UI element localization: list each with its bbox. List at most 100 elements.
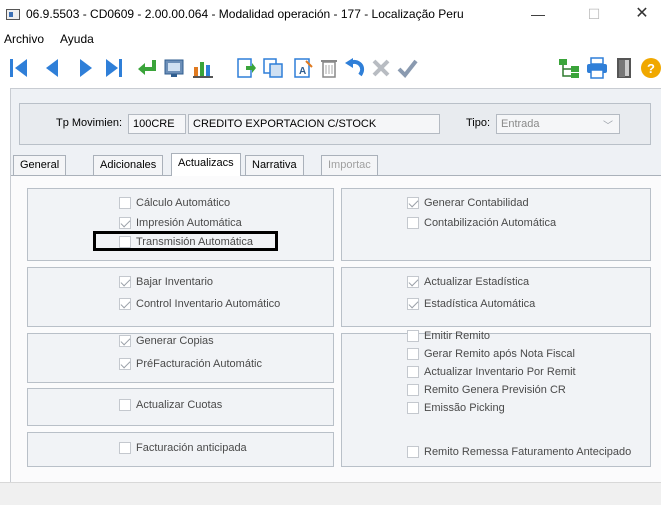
previous-record-icon[interactable] (42, 57, 64, 79)
checkbox-box (407, 330, 419, 342)
svg-text:A: A (299, 66, 306, 77)
tp-movimien-label: Tp Movimien: (56, 117, 123, 129)
checkbox-box (119, 197, 131, 209)
menu-bar: Archivo Ayuda (0, 28, 661, 50)
tp-code-field[interactable]: 100CRE (128, 114, 186, 134)
checkbox-box (407, 446, 419, 458)
checkbox-label: Generar Copias (136, 335, 214, 347)
checkbox-label: Actualizar Cuotas (136, 399, 223, 411)
toolbar: A ? (0, 50, 661, 88)
tab-general[interactable]: General (13, 155, 67, 175)
checkbox-label: Bajar Inventario (136, 276, 214, 288)
checkbox-box (407, 348, 419, 360)
menu-ayuda[interactable]: Ayuda (60, 32, 94, 46)
remito-prevision-checkbox[interactable]: Remito Genera Previsión CR (407, 384, 566, 396)
status-bar (0, 482, 661, 505)
confirm-icon[interactable] (396, 57, 418, 79)
checkbox-box (119, 399, 131, 411)
checkbox-box (407, 197, 419, 209)
title-bar: 06.9.5503 - CD0609 - 2.00.00.064 - Modal… (0, 0, 661, 28)
tp-description-field: CREDITO EXPORTACION C/STOCK (188, 114, 440, 134)
prefacturacion-checkbox[interactable]: PréFacturación Automátic (119, 358, 262, 370)
screen-icon[interactable] (163, 57, 185, 79)
contabilizacion-automatica-checkbox[interactable]: Contabilización Automática (407, 217, 556, 229)
checkbox-label: Gerar Remito após Nota Fiscal (424, 348, 575, 360)
checkbox-label: Estadística Automática (424, 298, 536, 310)
checkbox-label: Emissão Picking (424, 402, 505, 414)
checkbox-box (407, 384, 419, 396)
tab-narrativa[interactable]: Narrativa (245, 155, 304, 175)
return-icon[interactable] (136, 57, 158, 79)
checkbox-label: Contabilización Automática (424, 217, 557, 229)
checkbox-label: Emitir Remito (424, 330, 491, 342)
generar-copias-checkbox[interactable]: Generar Copias (119, 335, 214, 347)
actualizar-inventario-remit-checkbox[interactable]: Actualizar Inventario Por Remit (407, 366, 576, 378)
estadistica-automatica-checkbox[interactable]: Estadística Automática (407, 298, 535, 310)
close-button[interactable]: ✕ (624, 2, 660, 26)
tab-content: Cálculo Automático Impresión Automática … (11, 176, 661, 483)
first-record-icon[interactable] (10, 57, 32, 79)
checkbox-box (119, 276, 131, 288)
delete-icon[interactable] (318, 57, 340, 79)
impresion-automatica-checkbox[interactable]: Impresión Automática (119, 217, 242, 229)
print-icon[interactable] (586, 57, 608, 79)
checkbox-box (407, 402, 419, 414)
checkbox-label: Control Inventario Automático (136, 298, 281, 310)
facturacion-anticipada-checkbox[interactable]: Facturación anticipada (119, 442, 247, 454)
checkbox-label: Facturación anticipada (136, 442, 247, 454)
checkbox-label: Remito Genera Previsión CR (424, 384, 566, 396)
checkbox-label: Cálculo Automático (136, 197, 231, 209)
tab-importac: Importac (321, 155, 378, 175)
tab-adicionales[interactable]: Adicionales (93, 155, 164, 175)
remito-remessa-checkbox[interactable]: Remito Remessa Faturamento Antecipado (407, 446, 631, 458)
exit-icon[interactable] (613, 57, 635, 79)
app-icon (6, 9, 20, 20)
checkbox-box (407, 298, 419, 310)
checkbox-label: Generar Contabilidad (424, 197, 529, 209)
checkbox-label: Actualizar Estadística (424, 276, 530, 288)
help-icon[interactable]: ? (640, 57, 661, 79)
emitir-remito-checkbox[interactable]: Emitir Remito (407, 330, 490, 342)
checkbox-box (407, 217, 419, 229)
bajar-inventario-checkbox[interactable]: Bajar Inventario (119, 276, 213, 288)
tipo-value: Entrada (501, 118, 540, 130)
checkbox-box (119, 217, 131, 229)
tipo-label: Tipo: (466, 117, 491, 129)
checkbox-box (119, 335, 131, 347)
main-panel: Tp Movimien: 100CRE CREDITO EXPORTACION … (10, 88, 661, 483)
tipo-select[interactable]: Entrada ﹀ (496, 114, 620, 134)
tab-bar: General Adicionales Actualizacs Narrativ… (11, 153, 661, 176)
chevron-down-icon: ﹀ (603, 121, 613, 132)
menu-archivo[interactable]: Archivo (4, 32, 44, 46)
checkbox-box (119, 442, 131, 454)
checkbox-box (119, 358, 131, 370)
checkbox-box (119, 298, 131, 310)
generar-contabilidad-checkbox[interactable]: Generar Contabilidad (407, 197, 529, 209)
maximize-button[interactable]: ☐ (576, 2, 612, 26)
copy-icon[interactable] (262, 57, 284, 79)
tree-icon[interactable] (558, 57, 580, 79)
last-record-icon[interactable] (104, 57, 126, 79)
minimize-button[interactable]: — (520, 2, 556, 26)
control-inventario-checkbox[interactable]: Control Inventario Automático (119, 298, 280, 310)
chart-icon[interactable] (192, 57, 214, 79)
tab-actualizacs[interactable]: Actualizacs (171, 153, 241, 176)
new-record-icon[interactable] (234, 57, 256, 79)
edit-icon[interactable]: A (292, 57, 314, 79)
gerar-remito-checkbox[interactable]: Gerar Remito após Nota Fiscal (407, 348, 575, 360)
undo-icon[interactable] (344, 57, 366, 79)
header-panel: Tp Movimien: 100CRE CREDITO EXPORTACION … (19, 103, 651, 145)
checkbox-label: Actualizar Inventario Por Remit (424, 366, 576, 378)
emissao-picking-checkbox[interactable]: Emissão Picking (407, 402, 505, 414)
svg-text:?: ? (647, 61, 655, 76)
checkbox-label: Impresión Automática (136, 217, 242, 229)
next-record-icon[interactable] (76, 57, 98, 79)
actualizar-estadistica-checkbox[interactable]: Actualizar Estadística (407, 276, 529, 288)
actualizar-cuotas-checkbox[interactable]: Actualizar Cuotas (119, 399, 222, 411)
checkbox-box (407, 276, 419, 288)
checkbox-label: Remito Remessa Faturamento Antecipado (424, 446, 632, 458)
calculo-automatico-checkbox[interactable]: Cálculo Automático (119, 197, 230, 209)
highlight-box (93, 231, 278, 251)
cancel-icon[interactable] (370, 57, 392, 79)
checkbox-box (407, 366, 419, 378)
